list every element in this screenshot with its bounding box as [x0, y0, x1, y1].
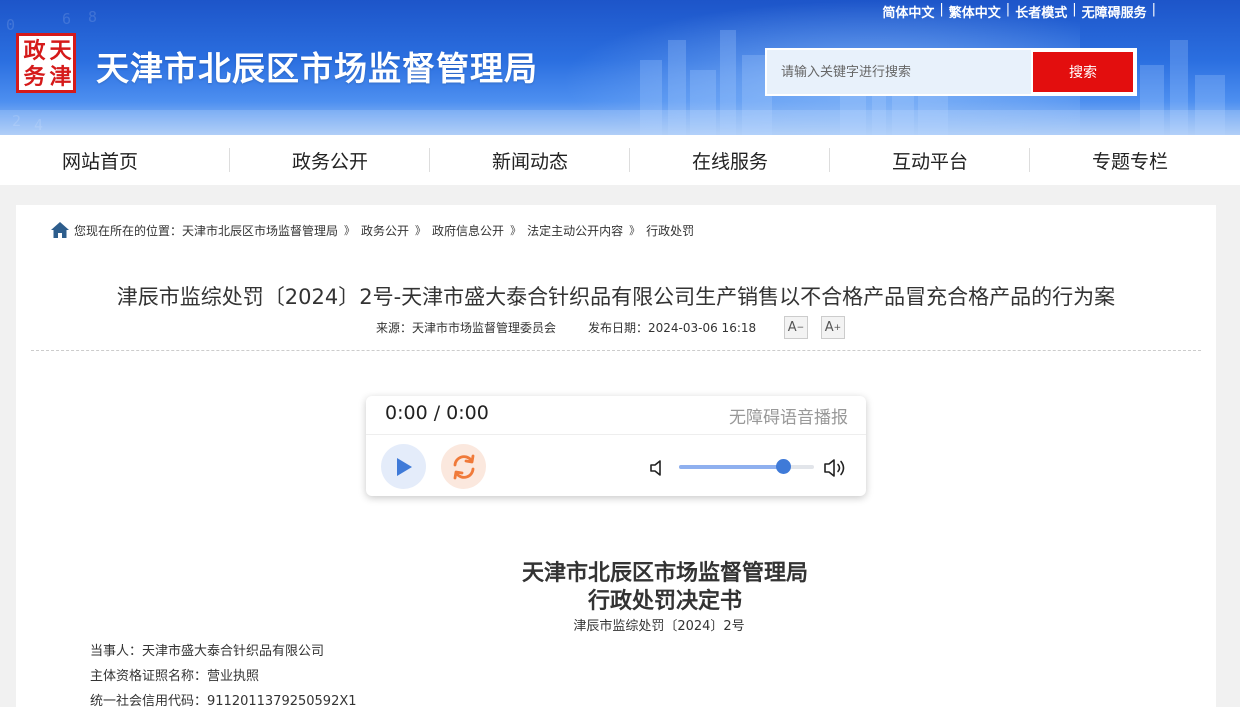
audio-player: 0:00 / 0:00 无障碍语音播报	[366, 396, 866, 496]
font-smaller-label: A	[787, 320, 797, 335]
loop-button[interactable]	[441, 444, 486, 489]
font-larger-button[interactable]: A +	[821, 316, 845, 339]
nav-item-news[interactable]: 新闻动态	[430, 135, 630, 185]
logo-char: 天	[49, 38, 72, 64]
volume-low-icon[interactable]	[649, 459, 665, 477]
nav-item-special-topics[interactable]: 专题专栏	[1030, 135, 1230, 185]
content-panel: 您现在所在的位置： 天津市北辰区市场监督管理局 》 政务公开 》 政府信息公开 …	[16, 205, 1216, 707]
banner-digit: 4	[34, 116, 44, 134]
link-elder-mode[interactable]: 长者模式	[1010, 2, 1072, 21]
search-button[interactable]: 搜索	[1033, 52, 1133, 92]
home-icon	[51, 222, 69, 238]
volume-high-icon[interactable]	[823, 457, 849, 479]
breadcrumb-separator: 》	[415, 224, 427, 237]
breadcrumb-separator: 》	[629, 224, 641, 237]
document-line: 主体资格证照名称：营业执照	[90, 669, 260, 684]
breadcrumb-item[interactable]: 法定主动公开内容	[527, 222, 623, 239]
plus-icon: +	[833, 322, 842, 333]
player-label: 无障碍语音播报	[729, 408, 848, 428]
document-line: 统一社会信用代码：9112011379250592X1	[90, 694, 357, 707]
loop-icon	[453, 454, 474, 479]
banner-digit: 6	[62, 10, 72, 28]
header-banner: 6 8 0 2 4 政 天 务 津 天津市北辰区市场监督管理局 简体中文 | 繁体…	[0, 0, 1240, 135]
banner-digit: 2	[12, 112, 22, 130]
top-links: 简体中文 | 繁体中文 | 长者模式 | 无障碍服务 |	[877, 2, 1156, 21]
breadcrumb-item[interactable]: 政府信息公开	[432, 222, 504, 239]
logo-char: 政	[23, 38, 46, 64]
breadcrumb-item[interactable]: 行政处罚	[646, 222, 694, 239]
article-source: 来源：天津市市场监督管理委员会	[376, 321, 557, 335]
play-icon	[396, 457, 412, 476]
volume-slider-fill	[679, 465, 783, 469]
site-title: 天津市北辰区市场监督管理局	[96, 49, 538, 88]
breadcrumb-item[interactable]: 政务公开	[361, 222, 409, 239]
minus-icon: −	[796, 322, 805, 333]
article-title: 津辰市监综处罚〔2024〕2号-天津市盛大泰合针织品有限公司生产销售以不合格产品…	[116, 285, 1116, 309]
play-button[interactable]	[381, 444, 426, 489]
search-input[interactable]	[767, 50, 1031, 94]
link-separator: |	[1151, 2, 1156, 17]
volume-slider-knob[interactable]	[775, 459, 791, 474]
font-smaller-button[interactable]: A −	[784, 316, 808, 339]
logo-char: 务	[23, 64, 46, 90]
player-time: 0:00 / 0:00	[385, 402, 489, 424]
document-number: 津辰市监综处罚〔2024〕2号	[573, 619, 745, 634]
document-type: 行政处罚决定书	[587, 588, 742, 614]
banner-digit: 0	[6, 16, 16, 34]
logo-char: 津	[49, 64, 72, 90]
site-logo[interactable]: 政 天 务 津	[16, 33, 76, 93]
document-line: 当事人：天津市盛大泰合针织品有限公司	[90, 644, 325, 659]
divider	[31, 350, 1201, 351]
breadcrumb-separator: 》	[344, 224, 356, 237]
main-nav: 网站首页 政务公开 新闻动态 在线服务 互动平台 专题专栏	[0, 135, 1240, 185]
article-date: 发布日期：2024-03-06 16:18	[588, 321, 757, 335]
nav-item-home[interactable]: 网站首页	[0, 135, 230, 185]
breadcrumb-prefix: 您现在所在的位置：	[74, 223, 183, 238]
font-larger-label: A	[824, 320, 834, 335]
breadcrumb-item[interactable]: 天津市北辰区市场监督管理局	[182, 222, 338, 239]
nav-item-online-service[interactable]: 在线服务	[630, 135, 830, 185]
volume-slider[interactable]	[679, 459, 814, 474]
search-box: 搜索	[765, 48, 1137, 96]
link-simplified-chinese[interactable]: 简体中文	[877, 2, 939, 21]
breadcrumb-separator: 》	[510, 224, 522, 237]
player-divider	[366, 434, 866, 435]
nav-item-interaction[interactable]: 互动平台	[830, 135, 1030, 185]
link-traditional-chinese[interactable]: 繁体中文	[944, 2, 1006, 21]
breadcrumb: 您现在所在的位置： 天津市北辰区市场监督管理局 》 政务公开 》 政府信息公开 …	[50, 221, 694, 239]
nav-item-gov-affairs[interactable]: 政务公开	[230, 135, 430, 185]
link-accessibility[interactable]: 无障碍服务	[1077, 2, 1152, 21]
banner-digit: 8	[88, 8, 98, 26]
